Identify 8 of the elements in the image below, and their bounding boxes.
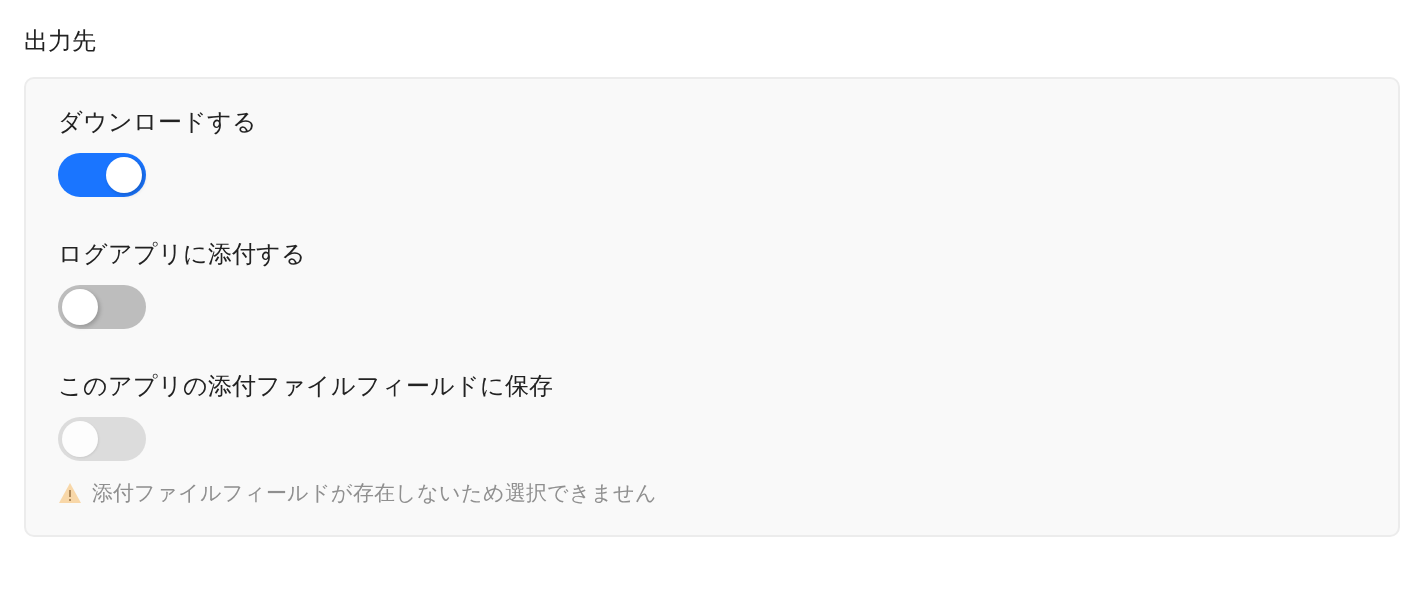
option-label: ログアプリに添付する (58, 239, 307, 270)
warning-icon (58, 482, 82, 504)
toggle-switch[interactable] (58, 285, 146, 329)
toggle-switch[interactable] (58, 153, 146, 197)
section-title: 出力先 (24, 26, 97, 57)
option-label: ダウンロードする (58, 107, 258, 138)
option-label: このアプリの添付ファイルフィールドに保存 (58, 371, 554, 402)
warning-message: 添付ファイルフィールドが存在しないため選択できません (92, 480, 657, 507)
